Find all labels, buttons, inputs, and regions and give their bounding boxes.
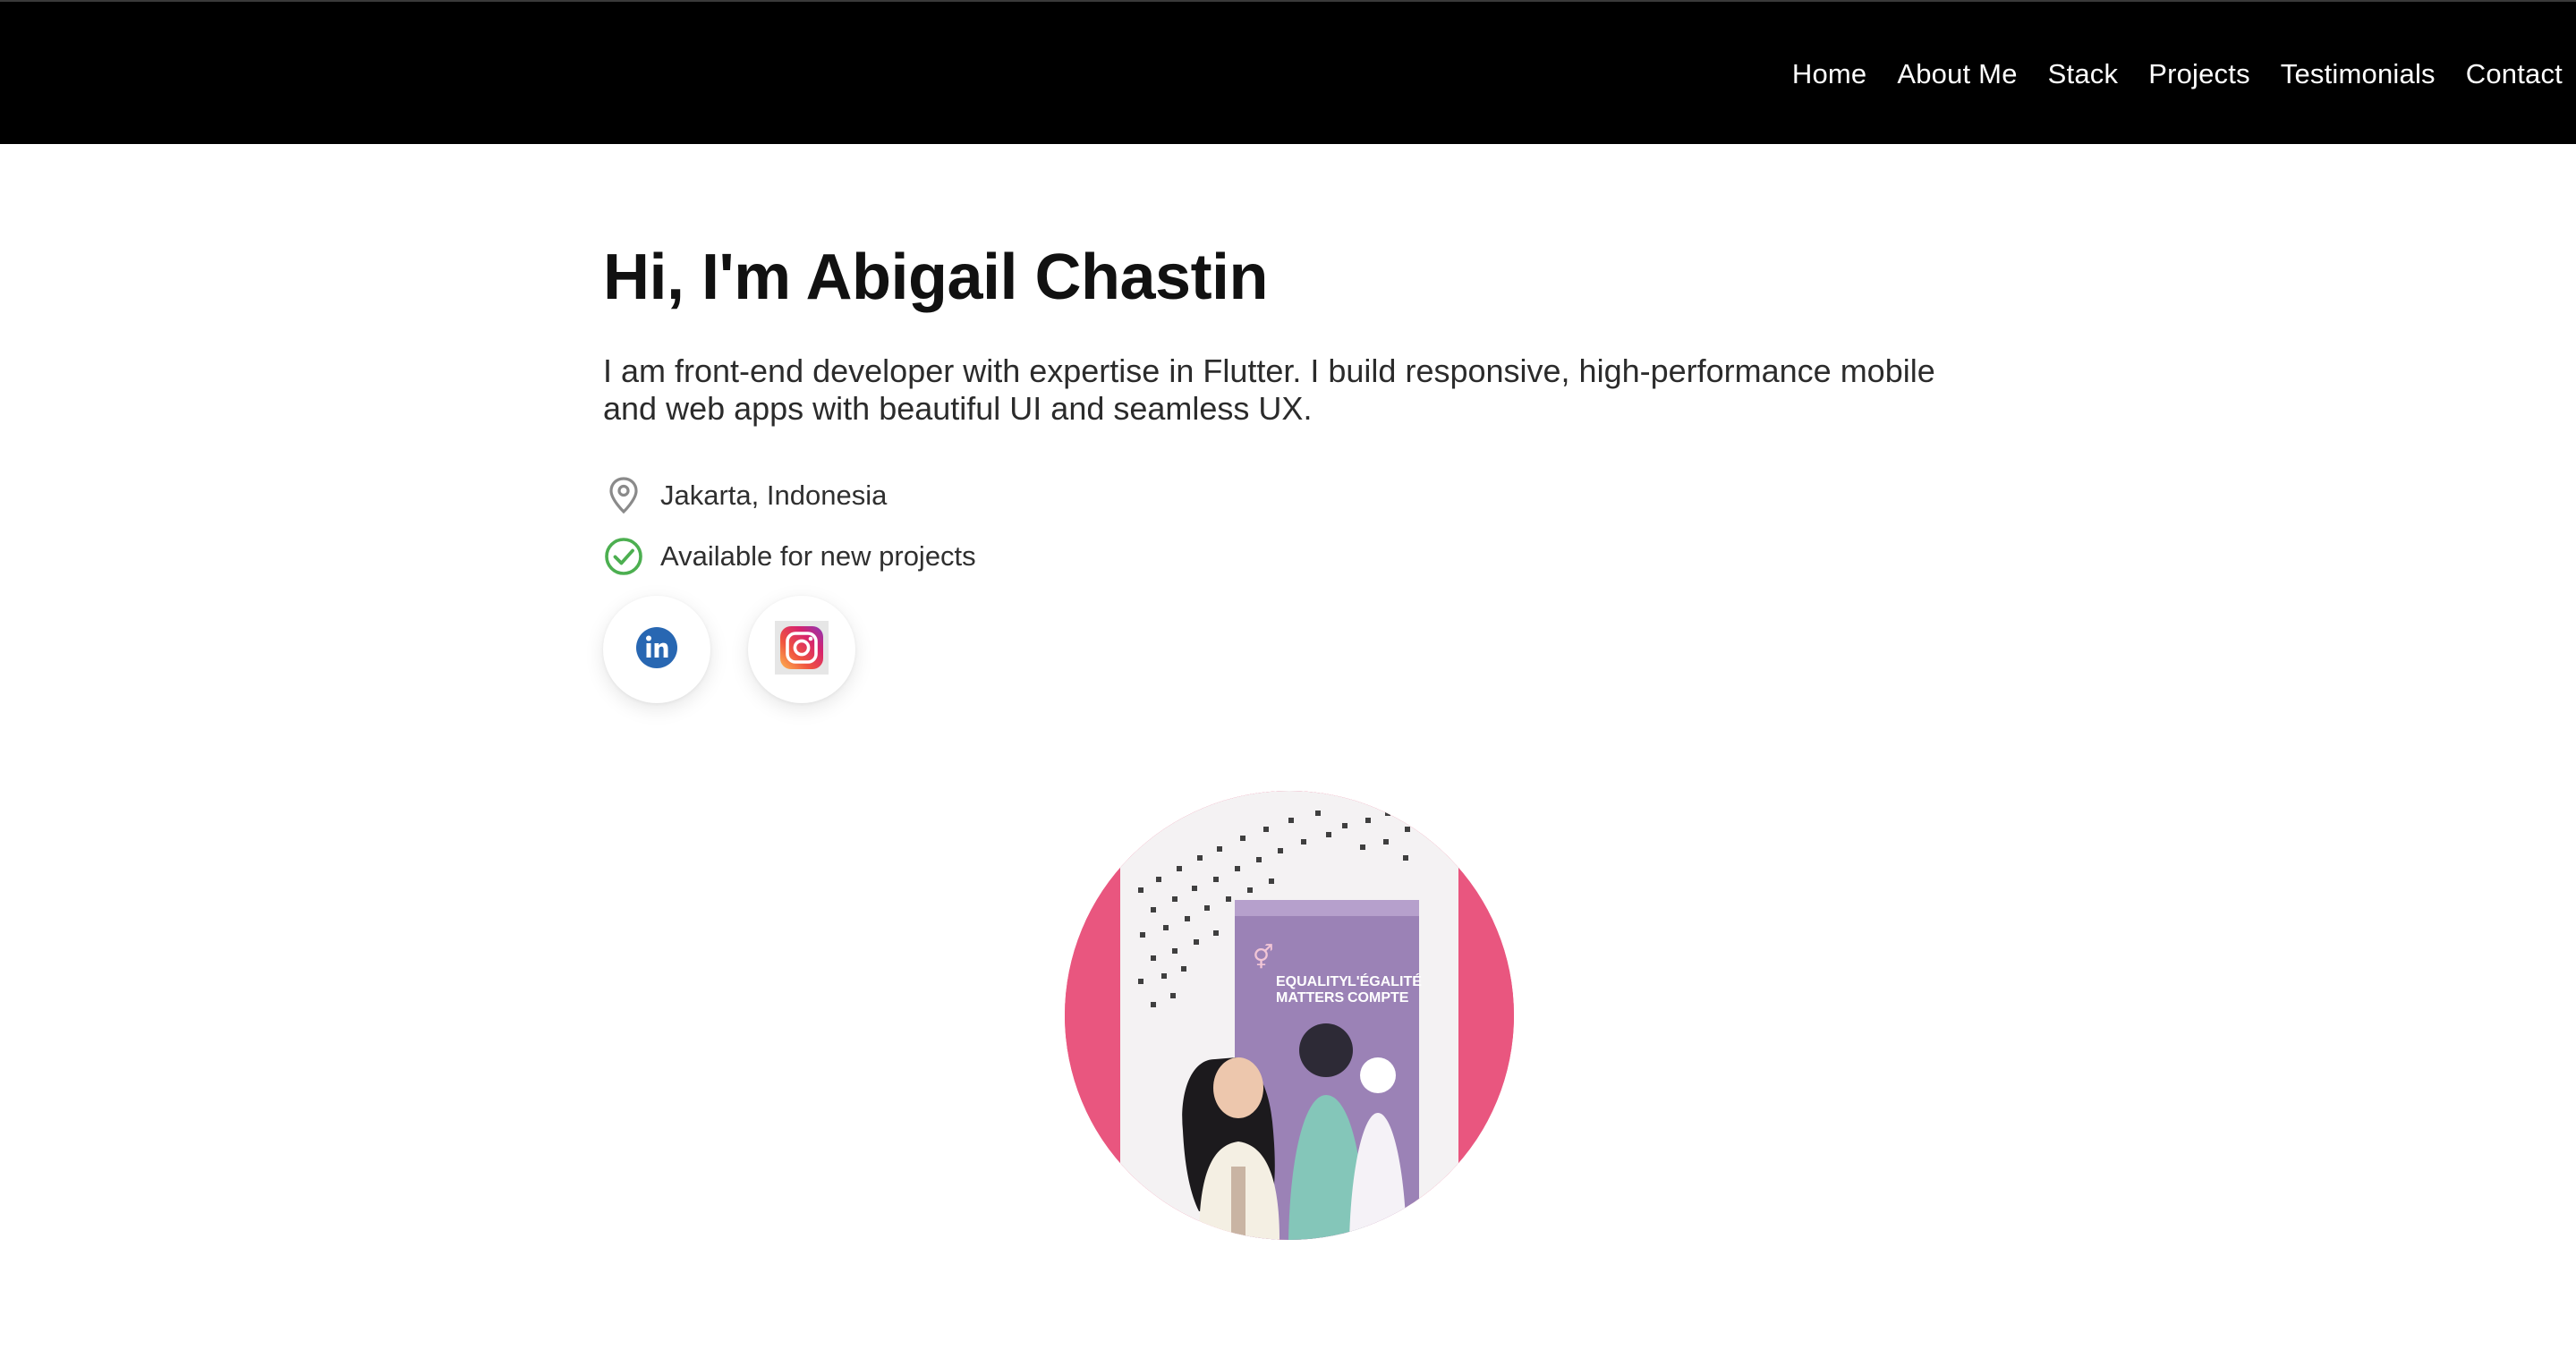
availability-text: Available for new projects [660, 540, 976, 572]
location-text: Jakarta, Indonesia [660, 480, 888, 511]
svg-text:L'ÉGALITÉ: L'ÉGALITÉ [1348, 972, 1422, 989]
svg-text:MATTERS: MATTERS [1276, 990, 1344, 1006]
profile-photo: EQUALITY MATTERS L'ÉGALITÉ COMPTE ⚥ [1065, 791, 1514, 1240]
nav-stack-link[interactable]: Stack [2048, 58, 2119, 90]
availability-row: Available for new projects [603, 535, 1981, 578]
svg-text:EQUALITY: EQUALITY [1276, 974, 1348, 989]
nav-home-link[interactable]: Home [1792, 58, 1867, 90]
nav-about-me-link[interactable]: About Me [1897, 58, 2017, 90]
hero-section: Hi, I'm Abigail Chastin I am front-end d… [603, 234, 1981, 703]
top-nav-bar: Home About Me Stack Projects Testimonial… [0, 0, 2576, 144]
linkedin-button[interactable] [603, 596, 710, 703]
hero-intro: I am front-end developer with expertise … [603, 352, 1935, 427]
instagram-button[interactable] [748, 596, 855, 703]
location-pin-icon [603, 475, 644, 516]
location-row: Jakarta, Indonesia [603, 474, 1981, 517]
main-nav: Home About Me Stack Projects Testimonial… [1792, 2, 2563, 146]
nav-contact-link[interactable]: Contact [2466, 58, 2563, 90]
nav-testimonials-link[interactable]: Testimonials [2281, 58, 2436, 90]
linkedin-icon [635, 626, 678, 674]
nav-projects-link[interactable]: Projects [2148, 58, 2250, 90]
profile-photo-illustration: EQUALITY MATTERS L'ÉGALITÉ COMPTE ⚥ [1065, 791, 1514, 1240]
instagram-icon [775, 620, 829, 679]
hero-meta: Jakarta, Indonesia Available for new pro… [603, 474, 1981, 578]
social-links [603, 596, 1981, 703]
svg-text:⚥: ⚥ [1253, 944, 1273, 971]
svg-text:COMPTE: COMPTE [1348, 990, 1409, 1006]
check-circle-icon [603, 536, 644, 577]
hero-title: Hi, I'm Abigail Chastin [603, 242, 1269, 313]
